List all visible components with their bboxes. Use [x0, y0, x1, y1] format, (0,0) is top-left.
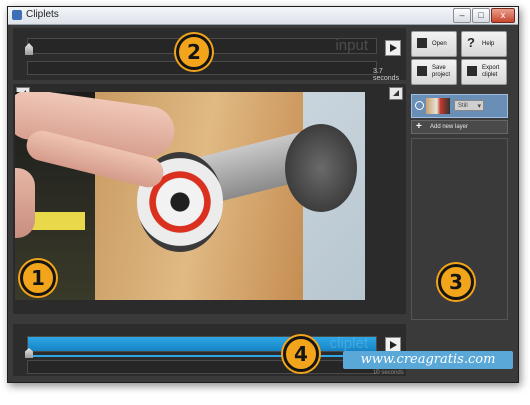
cliplet-track[interactable]: cliplet [27, 335, 377, 352]
annotation-2: 2 [176, 34, 212, 70]
save-project-label: Save project [432, 65, 451, 78]
save-project-button[interactable]: Save project [411, 59, 457, 85]
floppy-icon [417, 66, 427, 76]
question-icon: ? [467, 35, 475, 50]
help-button[interactable]: ? Help [461, 31, 507, 57]
cliplet-progress-line [27, 355, 375, 357]
cliplet-range-track[interactable] [27, 360, 377, 374]
annotation-3: 3 [438, 264, 474, 300]
add-new-layer-button[interactable]: + Add new layer [411, 120, 508, 134]
eye-icon[interactable] [415, 101, 424, 110]
video-preview-panel [13, 84, 406, 314]
folder-icon [417, 38, 427, 48]
help-label: Help [482, 40, 495, 47]
layer-thumbnail [426, 98, 450, 114]
layer-row[interactable]: Still [411, 94, 508, 118]
export-cliplet-label: Export cliplet [482, 65, 500, 78]
input-duration: 3.7 seconds [373, 68, 400, 82]
annotation-4: 4 [283, 336, 319, 372]
input-play-button[interactable] [385, 40, 401, 56]
layer-mode-select[interactable]: Still [454, 100, 484, 112]
add-new-layer-label: Add new layer [430, 124, 469, 130]
open-button[interactable]: Open [411, 31, 457, 57]
hand-palm [15, 168, 35, 238]
cliplet-track-title: cliplet [329, 335, 368, 352]
camera-icon [467, 66, 477, 76]
back-wheel [285, 124, 357, 212]
open-label: Open [432, 40, 447, 47]
right-corner-button[interactable] [389, 87, 403, 100]
plus-icon: + [416, 121, 422, 132]
export-cliplet-button[interactable]: Export cliplet [461, 59, 507, 85]
watermark: www.creagratis.com [343, 351, 513, 369]
video-frame[interactable] [15, 92, 365, 300]
cliplet-duration: 10 seconds [373, 370, 404, 376]
input-track-title: input [335, 37, 368, 54]
annotation-1: 1 [20, 260, 56, 296]
